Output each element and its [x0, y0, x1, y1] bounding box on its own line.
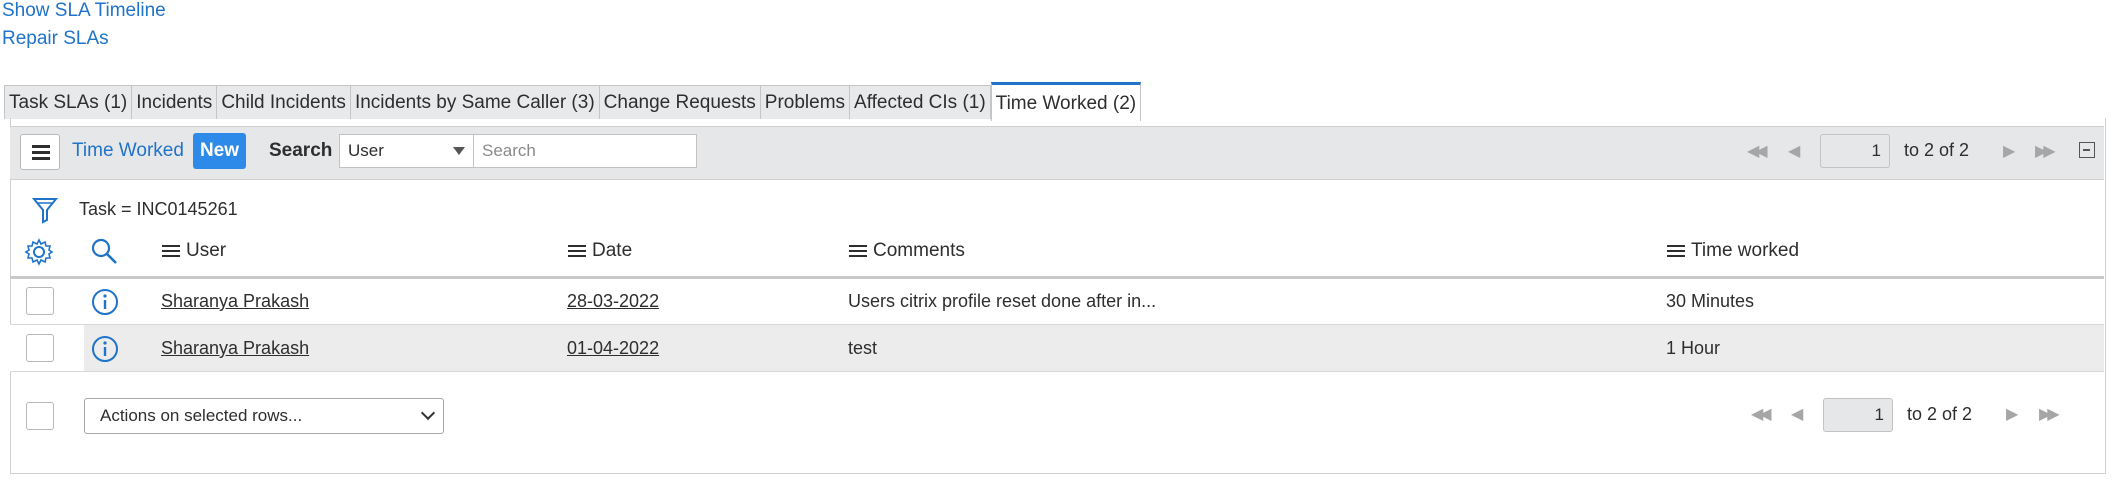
list-title[interactable]: Time Worked: [72, 140, 184, 162]
page-number-input[interactable]: 1: [1823, 398, 1893, 432]
first-page-icon[interactable]: ◀◀: [1751, 404, 1772, 424]
search-field-select[interactable]: User: [339, 134, 474, 168]
filter-icon[interactable]: [31, 196, 59, 230]
table-row: Sharanya Prakash 28-03-2022 Users citrix…: [10, 278, 2104, 325]
user-cell[interactable]: Sharanya Prakash: [161, 291, 309, 312]
column-menu-icon[interactable]: [568, 244, 586, 258]
previous-page-icon[interactable]: ◀: [1788, 141, 1800, 161]
row-checkbox[interactable]: [26, 287, 54, 315]
column-menu-icon[interactable]: [849, 244, 867, 258]
info-icon[interactable]: [90, 334, 120, 380]
first-page-icon[interactable]: ◀◀: [1747, 141, 1768, 161]
last-page-icon[interactable]: ▶▶: [2035, 141, 2056, 161]
column-menu-icon[interactable]: [162, 244, 180, 258]
column-header-user-label: User: [186, 240, 227, 261]
page-range-text: to 2 of 2: [1904, 140, 1970, 160]
actions-select-label: Actions on selected rows...: [100, 406, 303, 425]
list-header-row: User Date Comments Time worked: [10, 234, 2104, 279]
time-worked-cell: 1 Hour: [1666, 338, 1721, 358]
search-input[interactable]: [473, 134, 697, 168]
column-header-time-worked-label: Time worked: [1691, 240, 1800, 261]
filter-breadcrumb[interactable]: Task = INC0145261: [79, 199, 238, 220]
list-menu-button[interactable]: [20, 134, 60, 170]
tab-task-slas[interactable]: Task SLAs (1): [4, 85, 133, 119]
select-all-checkbox[interactable]: [26, 402, 54, 430]
last-page-icon[interactable]: ▶▶: [2039, 404, 2060, 424]
tab-time-worked[interactable]: Time Worked (2): [990, 82, 1142, 121]
tab-change-requests[interactable]: Change Requests: [599, 85, 761, 119]
row-checkbox[interactable]: [26, 334, 54, 362]
tab-child-incidents[interactable]: Child Incidents: [217, 85, 351, 119]
user-cell[interactable]: Sharanya Prakash: [161, 338, 309, 359]
tab-affected-cis[interactable]: Affected CIs (1): [850, 85, 991, 119]
next-page-icon[interactable]: ▶: [2003, 141, 2015, 161]
repair-slas-link[interactable]: Repair SLAs: [2, 28, 109, 50]
column-header-date[interactable]: Date: [568, 240, 632, 262]
table-row: Sharanya Prakash 01-04-2022 test 1 Hour: [10, 325, 2104, 372]
chevron-down-icon: [420, 405, 436, 421]
list-toolbar: Time Worked New Search User ◀◀ ◀ 1 to 2 …: [10, 126, 2104, 180]
next-page-icon[interactable]: ▶: [2006, 404, 2018, 424]
column-header-user[interactable]: User: [162, 240, 226, 262]
search-field-value: User: [348, 141, 384, 160]
tab-problems[interactable]: Problems: [760, 85, 851, 119]
column-header-time-worked[interactable]: Time worked: [1667, 240, 1799, 262]
comments-cell: test: [848, 338, 878, 358]
column-header-comments-label: Comments: [873, 240, 965, 261]
date-cell[interactable]: 28-03-2022: [567, 291, 659, 312]
column-header-comments[interactable]: Comments: [849, 240, 965, 262]
show-sla-timeline-link[interactable]: Show SLA Timeline: [2, 0, 166, 22]
column-header-date-label: Date: [592, 240, 633, 261]
personalize-gear-icon[interactable]: [24, 237, 54, 273]
time-worked-cell: 30 Minutes: [1666, 291, 1755, 311]
actions-select[interactable]: Actions on selected rows...: [84, 398, 444, 434]
previous-page-icon[interactable]: ◀: [1791, 404, 1803, 424]
tab-incidents[interactable]: Incidents: [132, 85, 218, 119]
new-button[interactable]: New: [193, 133, 246, 169]
caret-down-icon: [453, 147, 465, 155]
search-label: Search: [269, 140, 333, 161]
collapse-list-icon[interactable]: [2079, 142, 2095, 158]
related-list-tabs: Task SLAs (1) Incidents Child Incidents …: [4, 82, 1142, 121]
comments-cell: Users citrix profile reset done after in…: [848, 291, 1157, 311]
search-column-icon[interactable]: [89, 236, 119, 272]
column-menu-icon[interactable]: [1667, 244, 1685, 258]
page-number-input[interactable]: 1: [1820, 134, 1890, 168]
date-cell[interactable]: 01-04-2022: [567, 338, 659, 359]
page-range-text: to 2 of 2: [1907, 404, 1973, 424]
tab-incidents-same-caller[interactable]: Incidents by Same Caller (3): [350, 85, 600, 119]
